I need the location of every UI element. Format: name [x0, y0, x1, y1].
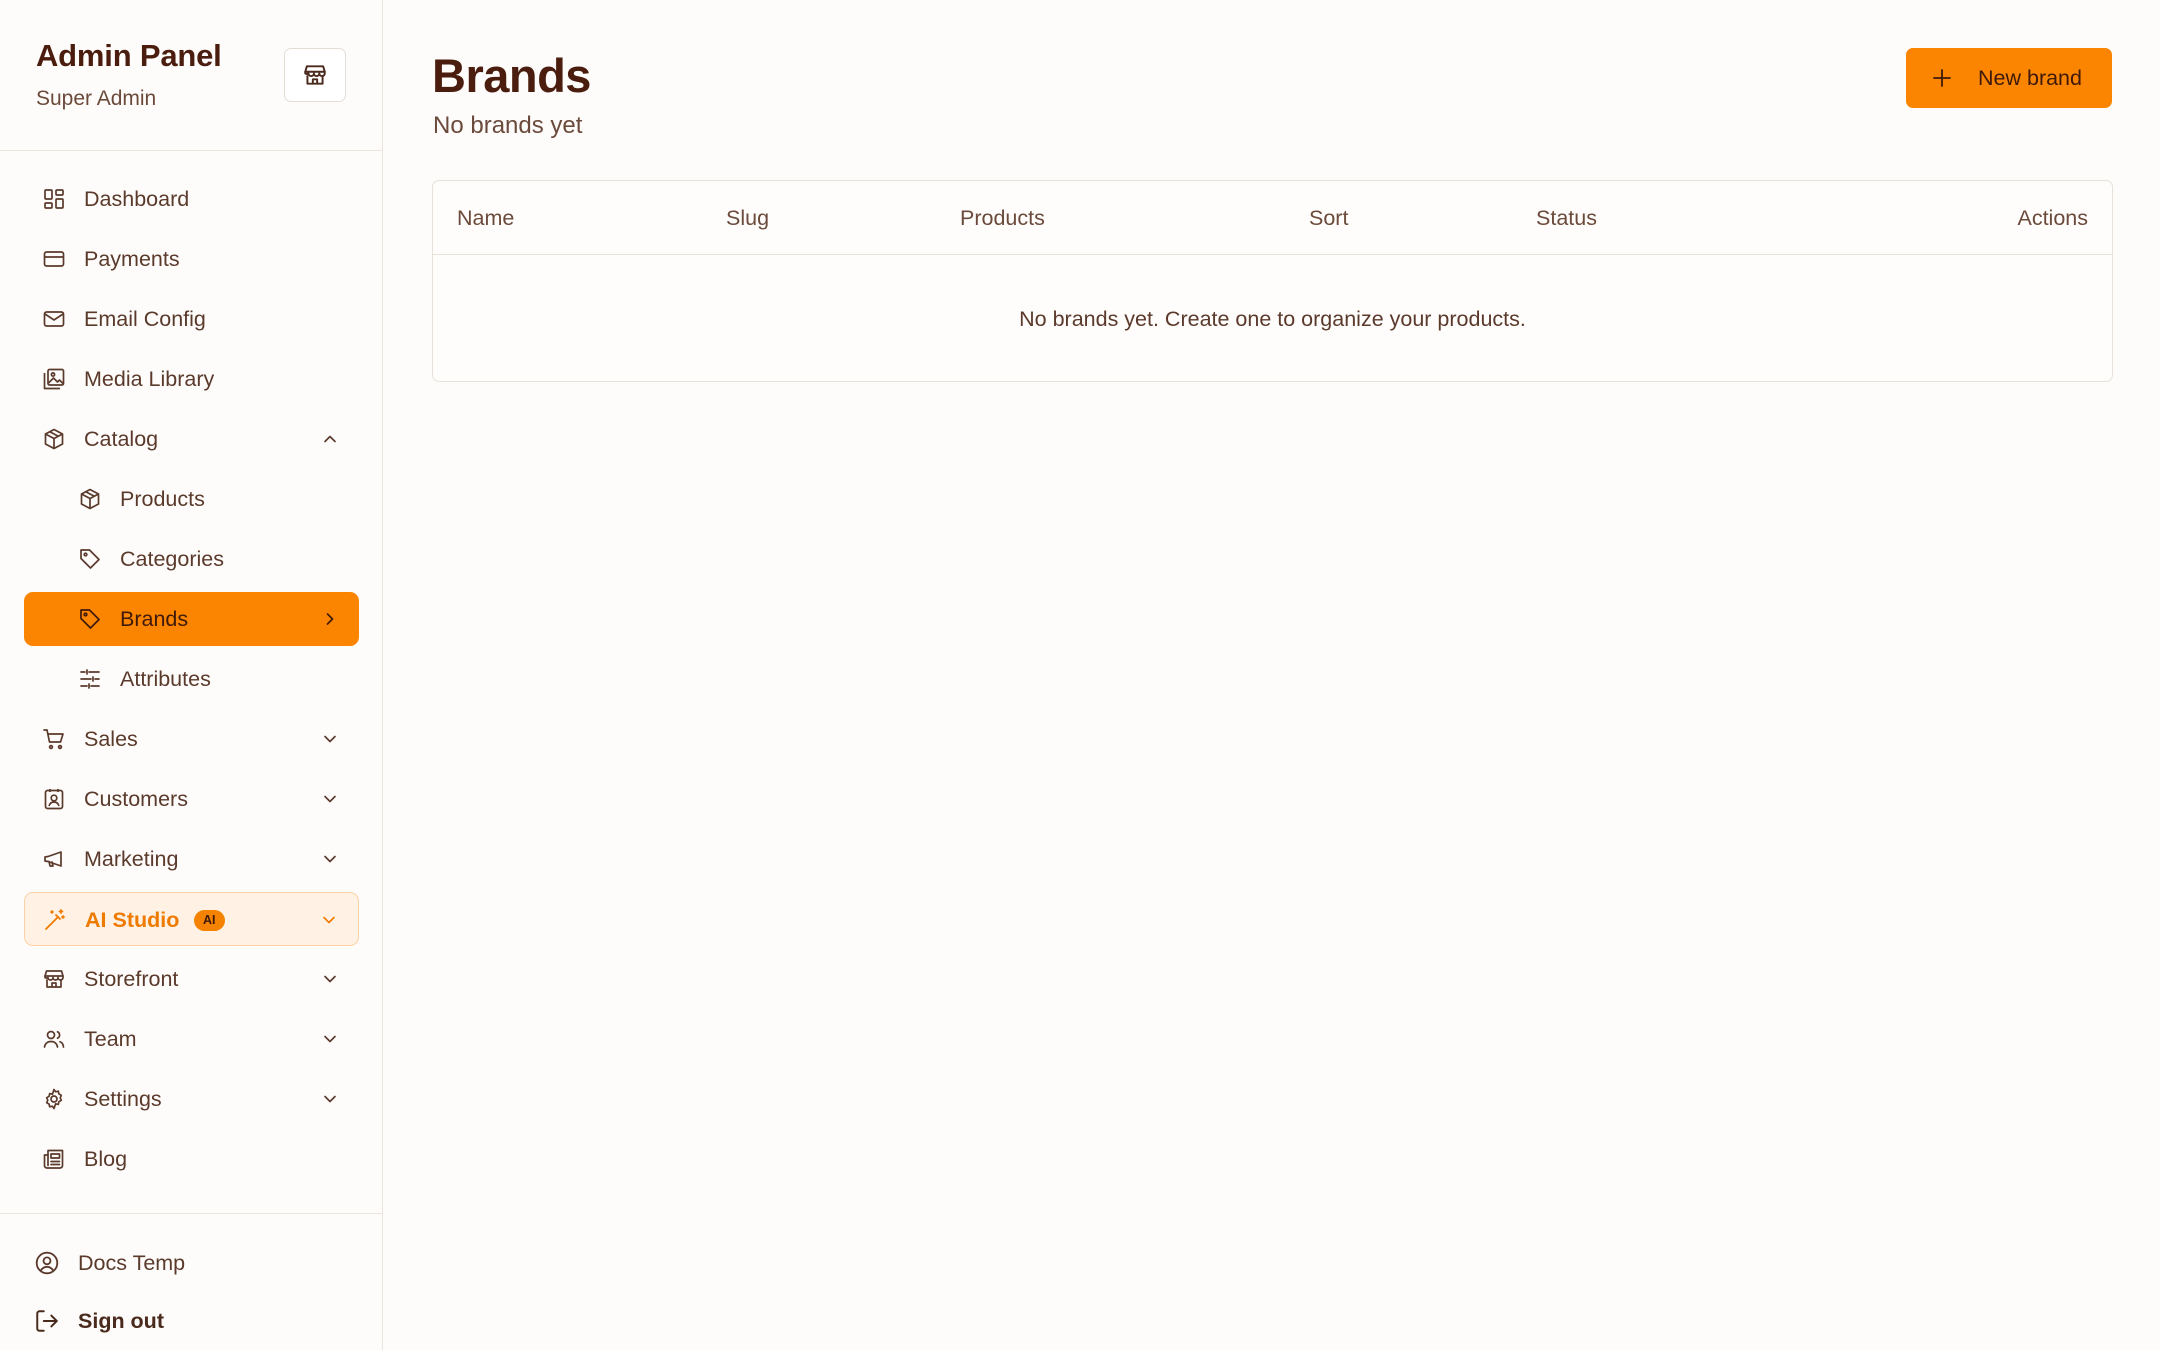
sidebar-item-label: Dashboard — [84, 187, 190, 211]
sidebar-item-label: Sales — [84, 727, 138, 751]
tag-icon — [80, 609, 100, 629]
column-header-sort[interactable]: Sort — [1309, 206, 1348, 230]
sidebar-item-label: Blog — [84, 1147, 128, 1171]
sidebar-item-customers[interactable]: Customers — [24, 772, 359, 826]
sign-out-button[interactable]: Sign out — [34, 1301, 164, 1341]
sliders-icon — [80, 669, 100, 689]
user-profile[interactable]: Docs Temp — [34, 1243, 185, 1283]
chevron-down-icon — [324, 795, 336, 803]
megaphone-icon — [44, 851, 62, 867]
chevron-right-icon — [326, 613, 334, 625]
images-icon — [43, 368, 65, 390]
sidebar-item-label: Marketing — [84, 847, 179, 871]
sidebar-item-label: Categories — [120, 547, 224, 571]
sidebar-item-label: Settings — [84, 1087, 162, 1111]
store-icon — [44, 970, 64, 988]
sidebar-header: Admin Panel Super Admin — [0, 0, 382, 151]
sidebar-item-payments[interactable]: Payments — [24, 232, 359, 286]
column-header-actions: Actions — [2017, 206, 2088, 230]
sidebar-item-label: Customers — [84, 787, 188, 811]
sidebar-item-label: Brands — [120, 607, 189, 631]
chevron-down-icon — [324, 735, 336, 743]
column-header-status[interactable]: Status — [1536, 206, 1597, 230]
chevron-up-icon — [324, 435, 336, 443]
sidebar-item-categories[interactable]: Categories — [24, 532, 359, 586]
sidebar-item-attributes[interactable]: Attributes — [24, 652, 359, 706]
chevron-down-icon — [324, 855, 336, 863]
chevron-down-icon — [324, 975, 336, 983]
sidebar-item-sales[interactable]: Sales — [24, 712, 359, 766]
sidebar-item-dashboard[interactable]: Dashboard — [24, 172, 359, 226]
sidebar-item-label: Products — [120, 487, 205, 511]
log-out-icon — [36, 1310, 58, 1332]
page-subtitle: No brands yet — [433, 112, 583, 139]
gear-icon — [45, 1088, 63, 1110]
sign-out-label: Sign out — [78, 1308, 164, 1333]
shopping-cart-icon — [43, 729, 64, 750]
sidebar-item-storefront[interactable]: Storefront — [24, 952, 359, 1006]
page-title: Brands — [432, 49, 591, 102]
mail-icon — [43, 311, 65, 327]
sidebar-item-label: Payments — [84, 247, 180, 271]
sidebar-footer: Docs Temp Sign out — [0, 1213, 382, 1350]
user-role: Super Admin — [36, 87, 157, 110]
chevron-down-icon — [324, 1095, 336, 1103]
sidebar-item-catalog[interactable]: Catalog — [24, 412, 359, 466]
magic-wand-icon — [45, 909, 65, 930]
sidebar-item-team[interactable]: Team — [24, 1012, 359, 1066]
chevron-down-icon — [323, 916, 335, 924]
sidebar-item-marketing[interactable]: Marketing — [24, 832, 359, 886]
sidebar-item-media-library[interactable]: Media Library — [24, 352, 359, 406]
column-header-name[interactable]: Name — [457, 206, 514, 230]
column-header-slug[interactable]: Slug — [726, 206, 769, 230]
main-content: Brands No brands yet New brand Name Slug… — [384, 0, 2160, 1350]
user-circle-icon — [35, 1251, 59, 1275]
view-store-button[interactable] — [284, 48, 346, 102]
sidebar-item-label: AI Studio — [85, 908, 180, 932]
sidebar: Admin Panel Super Admin Dashboard Paymen… — [0, 0, 383, 1350]
user-name: Docs Temp — [78, 1250, 186, 1275]
newspaper-icon — [43, 1149, 64, 1169]
app-title: Admin Panel — [36, 38, 222, 73]
package-icon — [44, 428, 64, 450]
sidebar-item-label: Attributes — [120, 667, 211, 691]
dashboard-icon — [44, 189, 64, 209]
sidebar-item-ai-studio[interactable]: AI Studio AI — [24, 892, 359, 946]
sidebar-item-label: Email Config — [84, 307, 206, 331]
sidebar-item-label: Media Library — [84, 367, 215, 391]
new-brand-button[interactable]: New brand — [1906, 48, 2112, 108]
users-icon — [43, 1030, 65, 1048]
brands-table: Name Slug Products Sort Status Actions N… — [432, 180, 2113, 382]
plus-icon — [1933, 69, 1951, 87]
ai-badge: AI — [194, 910, 225, 931]
package-icon — [80, 488, 100, 510]
sidebar-item-settings[interactable]: Settings — [24, 1072, 359, 1126]
sidebar-item-label: Storefront — [84, 967, 179, 991]
credit-card-icon — [43, 251, 65, 267]
sidebar-item-label: Catalog — [84, 427, 159, 451]
empty-state-message: No brands yet. Create one to organize yo… — [1019, 307, 1526, 331]
sidebar-item-brands[interactable]: Brands — [24, 592, 359, 646]
new-brand-label: New brand — [1978, 66, 2082, 90]
sidebar-item-blog[interactable]: Blog — [24, 1132, 359, 1186]
sidebar-item-products[interactable]: Products — [24, 472, 359, 526]
chevron-down-icon — [324, 1035, 336, 1043]
sidebar-item-email-config[interactable]: Email Config — [24, 292, 359, 346]
contact-icon — [44, 789, 64, 810]
sidebar-item-label: Team — [84, 1027, 137, 1051]
column-header-products[interactable]: Products — [960, 206, 1045, 230]
table-header: Name Slug Products Sort Status Actions — [433, 181, 2112, 255]
store-icon — [304, 65, 326, 85]
tag-icon — [80, 549, 100, 569]
